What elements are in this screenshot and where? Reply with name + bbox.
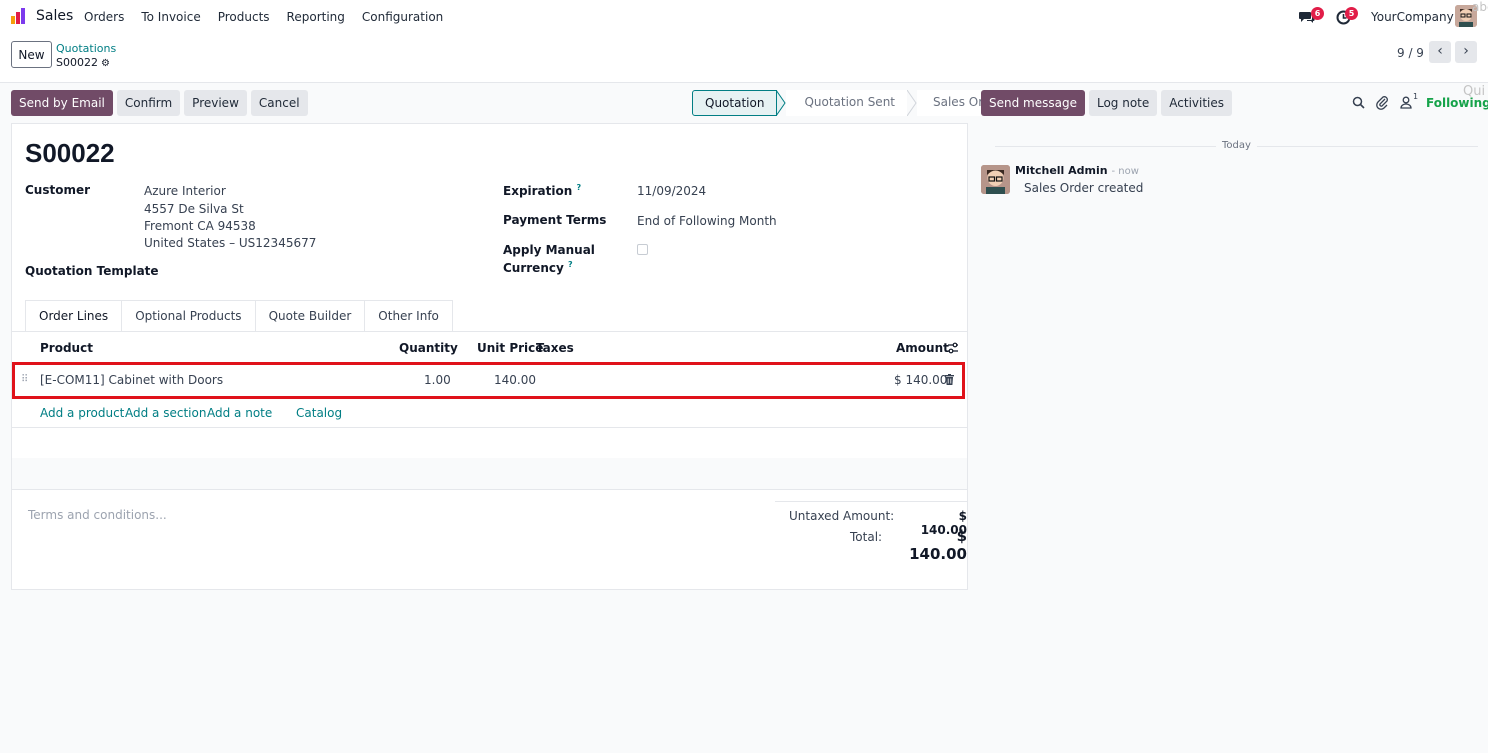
- catalog-link[interactable]: Catalog: [296, 406, 342, 420]
- customer-street: 4557 De Silva St: [144, 202, 244, 216]
- add-note-link[interactable]: Add a note: [207, 406, 272, 420]
- col-quantity[interactable]: Quantity: [399, 341, 458, 355]
- stage-quotation-sent[interactable]: Quotation Sent: [786, 90, 907, 116]
- col-unit-price[interactable]: Unit Price: [477, 341, 543, 355]
- expiration-field[interactable]: 11/09/2024: [637, 184, 706, 198]
- help-icon[interactable]: ?: [568, 260, 573, 269]
- stage-arrow-icon: [776, 90, 787, 116]
- pager-value[interactable]: 9 / 9: [1397, 46, 1424, 60]
- log-note-button[interactable]: Log note: [1088, 90, 1158, 116]
- chatter-buttons: Send message Log note Activities: [981, 90, 1236, 116]
- customer-label: Customer: [25, 183, 91, 197]
- manual-currency-label-text: Currency: [503, 261, 564, 275]
- message-author[interactable]: Mitchell Admin - now: [1015, 164, 1139, 177]
- followers-icon[interactable]: [1400, 96, 1412, 109]
- following-button[interactable]: Following: [1426, 96, 1488, 110]
- pager-next-button[interactable]: ›: [1455, 41, 1477, 63]
- expiration-label-text: Expiration: [503, 184, 573, 198]
- total-label: Total:: [850, 530, 883, 544]
- confirm-button[interactable]: Confirm: [116, 90, 181, 116]
- form-action-buttons: Send by Email Confirm Preview Cancel: [11, 90, 312, 116]
- manual-currency-label-line1: Apply Manual: [503, 243, 595, 257]
- activities-button[interactable]: Activities: [1161, 90, 1233, 116]
- cancel-button[interactable]: Cancel: [250, 90, 308, 116]
- tab-quote-builder[interactable]: Quote Builder: [254, 300, 366, 332]
- col-taxes[interactable]: Taxes: [536, 341, 574, 355]
- order-name: S00022: [25, 138, 115, 168]
- menu-reporting[interactable]: Reporting: [287, 10, 345, 24]
- customer-country: United States – US12345677: [144, 236, 317, 250]
- optional-columns-icon[interactable]: [947, 342, 959, 354]
- tab-other-info[interactable]: Other Info: [364, 300, 453, 332]
- total-value: $ 140.00: [909, 527, 967, 563]
- customer-city: Fremont CA 94538: [144, 219, 256, 233]
- search-icon[interactable]: [1352, 96, 1365, 109]
- terms-and-conditions-field[interactable]: Terms and conditions...: [28, 508, 167, 522]
- row-divider: [12, 489, 967, 490]
- messages-badge: 6: [1311, 7, 1324, 20]
- activities-badge: 5: [1345, 7, 1358, 20]
- line-amount: $ 140.00: [894, 373, 948, 387]
- author-avatar[interactable]: [981, 165, 1010, 194]
- message-time: - now: [1111, 166, 1139, 177]
- add-product-link[interactable]: Add a product: [40, 406, 124, 420]
- preview-button[interactable]: Preview: [184, 90, 247, 116]
- message-author-name[interactable]: Mitchell Admin: [1015, 164, 1108, 177]
- add-section-link[interactable]: Add a section: [125, 406, 206, 420]
- help-icon[interactable]: ?: [576, 183, 581, 192]
- send-message-button[interactable]: Send message: [981, 90, 1085, 116]
- row-divider: [12, 427, 967, 428]
- trash-icon[interactable]: [945, 374, 954, 385]
- send-by-email-button[interactable]: Send by Email: [11, 90, 113, 116]
- stage-arrow-icon: [907, 90, 917, 116]
- sales-app-icon[interactable]: [10, 7, 28, 25]
- breadcrumb-current-label: S00022: [56, 56, 98, 69]
- breadcrumb-quotations[interactable]: Quotations: [56, 42, 116, 55]
- breadcrumb-current: S00022 ⚙: [56, 56, 110, 69]
- manual-currency-checkbox[interactable]: [637, 244, 648, 255]
- manual-currency-label-line2: Currency ?: [503, 260, 573, 275]
- ghost-text-top: abc: [1472, 0, 1488, 14]
- tab-optional-products[interactable]: Optional Products: [121, 300, 256, 332]
- col-amount[interactable]: Amount: [896, 341, 949, 355]
- control-panel: New Quotations S00022 ⚙ 9 / 9 ‹ › Qui: [0, 34, 1488, 99]
- notebook-tabs: Order Lines Optional Products Quote Buil…: [25, 300, 453, 332]
- payment-terms-label: Payment Terms: [503, 213, 607, 227]
- new-button[interactable]: New: [11, 41, 52, 68]
- company-switcher[interactable]: YourCompany: [1371, 10, 1454, 24]
- stage-quotation[interactable]: Quotation: [692, 90, 778, 116]
- top-navbar: Sales Orders To Invoice Products Reporti…: [0, 0, 1488, 34]
- payment-terms-field[interactable]: End of Following Month: [637, 214, 777, 228]
- untaxed-amount-label: Untaxed Amount:: [789, 509, 895, 523]
- totals-divider: [775, 501, 967, 502]
- line-product[interactable]: [E-COM11] Cabinet with Doors: [40, 373, 223, 387]
- app-name[interactable]: Sales: [36, 8, 73, 24]
- empty-row: [12, 458, 967, 489]
- tab-order-lines[interactable]: Order Lines: [25, 300, 123, 332]
- menu-configuration[interactable]: Configuration: [362, 10, 443, 24]
- main-menu: Orders To Invoice Products Reporting Con…: [84, 10, 460, 24]
- tab-divider: [12, 331, 967, 332]
- menu-products[interactable]: Products: [218, 10, 270, 24]
- drag-handle-icon[interactable]: ⠿: [21, 374, 28, 385]
- quotation-template-label: Quotation Template: [25, 264, 159, 278]
- menu-to-invoice[interactable]: To Invoice: [141, 10, 200, 24]
- col-product[interactable]: Product: [40, 341, 93, 355]
- pager-previous-button[interactable]: ‹: [1429, 41, 1451, 63]
- menu-orders[interactable]: Orders: [84, 10, 124, 24]
- line-quantity[interactable]: 1.00: [424, 373, 451, 387]
- customer-name[interactable]: Azure Interior: [144, 184, 226, 198]
- paperclip-icon[interactable]: [1376, 95, 1389, 110]
- gear-icon[interactable]: ⚙: [101, 58, 110, 69]
- followers-count: 1: [1413, 92, 1419, 101]
- expiration-label: Expiration ?: [503, 183, 581, 198]
- form-sheet: S00022 Customer Azure Interior 4557 De S…: [11, 123, 968, 590]
- message-body: Sales Order created: [1024, 181, 1144, 195]
- line-unit-price[interactable]: 140.00: [494, 373, 536, 387]
- day-separator: Today: [1216, 140, 1257, 151]
- status-pipeline: Quotation Quotation Sent Sales Order: [692, 90, 1015, 116]
